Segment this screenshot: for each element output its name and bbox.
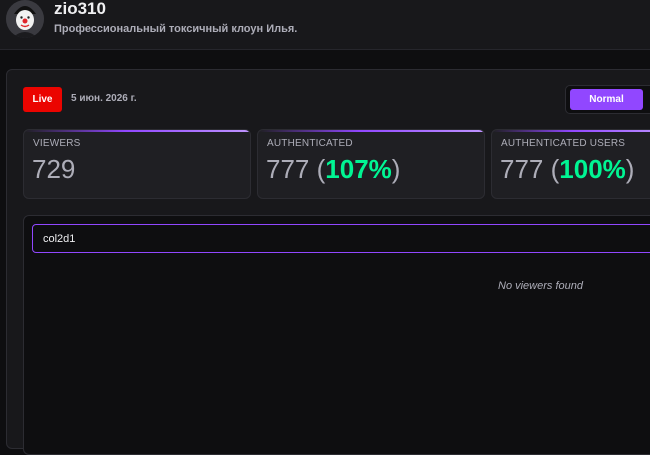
stat-card-viewers: VIEWERS 729 bbox=[23, 129, 251, 199]
stat-number: 777 bbox=[500, 154, 551, 184]
stat-label: VIEWERS bbox=[33, 138, 81, 149]
stream-date: 5 июн. 2026 г. bbox=[71, 93, 137, 104]
stat-card-authenticated: AUTHENTICATED 777 (107%) bbox=[257, 129, 485, 199]
viewer-search-input[interactable] bbox=[32, 224, 650, 253]
stat-number: 777 bbox=[266, 154, 317, 184]
live-badge: Live bbox=[23, 87, 62, 112]
channel-name: zio310 bbox=[54, 0, 106, 18]
stat-value: 777 (107%) bbox=[266, 152, 400, 186]
stat-value: 777 (100%) bbox=[500, 152, 634, 186]
mode-normal-button[interactable]: Normal bbox=[570, 89, 643, 110]
channel-header: zio310 Профессиональный токсичный клоун … bbox=[0, 0, 650, 50]
stat-value: 729 bbox=[32, 152, 75, 186]
paren-close: ) bbox=[391, 154, 401, 184]
stat-number: 729 bbox=[32, 154, 76, 184]
card-accent-bar bbox=[258, 130, 484, 132]
stat-percent: 107% bbox=[325, 154, 392, 184]
empty-viewers-message: No viewers found bbox=[498, 280, 583, 292]
clown-avatar-icon bbox=[6, 0, 44, 38]
stat-card-authenticated-users: AUTHENTICATED USERS 777 (100%) bbox=[491, 129, 650, 199]
channel-avatar[interactable] bbox=[6, 0, 44, 38]
paren-open: ( bbox=[316, 154, 326, 184]
paren-close: ) bbox=[625, 154, 635, 184]
card-accent-bar bbox=[24, 130, 250, 132]
stat-percent: 100% bbox=[559, 154, 626, 184]
stat-label: AUTHENTICATED bbox=[267, 138, 353, 149]
stat-label: AUTHENTICATED USERS bbox=[501, 138, 626, 149]
card-accent-bar bbox=[492, 130, 650, 132]
channel-description: Профессиональный токсичный клоун Илья. bbox=[54, 23, 298, 35]
paren-open: ( bbox=[550, 154, 560, 184]
